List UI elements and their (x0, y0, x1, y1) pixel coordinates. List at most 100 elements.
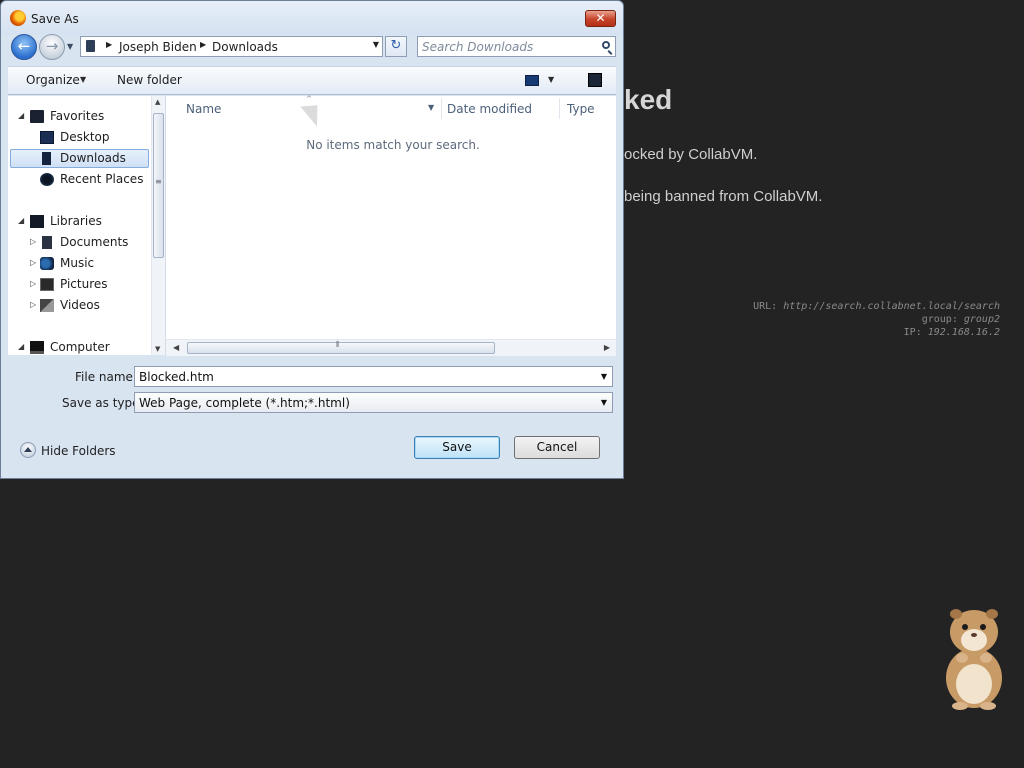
sidebar-item-label: Music (60, 256, 95, 270)
sidebar-item-label: Downloads (60, 151, 126, 165)
recent-places-icon (40, 173, 54, 186)
sidebar-item-videos[interactable]: Videos (40, 295, 148, 315)
refresh-button[interactable]: ↻ (385, 36, 407, 57)
sidebar-item-music[interactable]: Music (40, 253, 148, 273)
meta-url-row: URL: http://search.collabnet.local/searc… (753, 301, 1000, 312)
computer-icon (30, 341, 44, 354)
sidebar-item-label: Documents (60, 235, 129, 249)
music-icon (40, 257, 54, 270)
pictures-icon (40, 278, 54, 291)
firefox-icon (10, 10, 26, 26)
sidebar-item-recent-places[interactable]: Recent Places (40, 169, 148, 189)
column-header-name[interactable]: Name (186, 102, 221, 116)
sidebar-item-label: Favorites (50, 109, 105, 123)
sidebar-item-label: Videos (60, 298, 100, 312)
blocked-page-meta: URL: http://search.collabnet.local/searc… (753, 300, 1000, 339)
folder-location-icon (86, 40, 95, 52)
search-input[interactable] (422, 39, 592, 54)
column-divider[interactable] (559, 98, 560, 119)
save-as-type-select[interactable]: Web Page, complete (*.htm;*.html) ▼ (134, 392, 613, 413)
expander-icon[interactable]: ◢ (18, 106, 24, 126)
libraries-icon (30, 215, 44, 228)
downloads-icon (42, 152, 51, 165)
expander-icon[interactable]: ▷ (30, 232, 36, 252)
back-button[interactable]: ← (11, 34, 37, 60)
save-as-type-dropdown-icon[interactable]: ▼ (601, 398, 607, 407)
blocked-page-message: ocked by CollabVM. (624, 146, 758, 163)
expander-icon[interactable]: ▷ (30, 274, 36, 294)
new-folder-button[interactable]: New folder (117, 73, 182, 87)
sidebar-item-documents[interactable]: Documents (40, 232, 148, 252)
file-list[interactable]: Name ^ ▼ Date modified Type No items mat… (166, 95, 616, 356)
sidebar-item-pictures[interactable]: Pictures (40, 274, 148, 294)
expander-icon[interactable]: ▷ (30, 295, 36, 315)
preview-pane-icon[interactable] (588, 73, 602, 87)
command-toolbar: Organize ▼ New folder ▼ (8, 66, 616, 95)
hide-folders-button[interactable]: Hide Folders (41, 444, 116, 458)
dialog-title: Save As (31, 12, 79, 26)
desktop-icon (40, 131, 54, 144)
hide-folders-chevron-icon[interactable] (20, 442, 36, 458)
file-name-input[interactable] (139, 369, 579, 384)
sidebar-item-libraries[interactable]: Libraries (30, 211, 148, 231)
favorites-star-icon (30, 110, 44, 123)
scroll-down-icon[interactable]: ▼ (155, 345, 160, 353)
sidebar-item-label: Libraries (50, 214, 102, 228)
scroll-right-icon[interactable]: ▶ (604, 343, 610, 352)
title-bar[interactable]: Save As ✕ (1, 1, 623, 35)
cancel-button[interactable]: Cancel (514, 436, 600, 459)
empty-folder-message: No items match your search. (306, 138, 480, 152)
sidebar-item-computer[interactable]: Computer (30, 337, 148, 355)
save-as-dialog: Save As ✕ ← → ▼ ▶ Joseph Biden ▶ Downloa… (0, 0, 624, 479)
column-divider[interactable] (441, 98, 442, 119)
expander-icon[interactable]: ◢ (18, 337, 24, 355)
column-header-row: Name ^ ▼ Date modified Type (166, 95, 616, 121)
scroll-up-icon[interactable]: ▲ (155, 98, 160, 106)
blocked-page-heading: ked (624, 84, 673, 115)
videos-icon (40, 299, 54, 312)
save-as-type-label: Save as type: (62, 396, 144, 410)
sidebar-item-label: Recent Places (60, 172, 144, 186)
navigation-pane-scrollbar[interactable]: ▲ ≡ ▼ (151, 96, 165, 355)
expander-icon[interactable]: ◢ (18, 211, 24, 231)
scrollbar-thumb[interactable] (187, 342, 495, 354)
sidebar-item-desktop[interactable]: Desktop (40, 127, 148, 147)
search-icon[interactable] (602, 41, 610, 49)
expander-icon[interactable]: ▷ (30, 253, 36, 273)
recent-locations-dropdown[interactable]: ▼ (67, 41, 77, 53)
file-name-combobox[interactable]: ▼ (134, 366, 613, 387)
scroll-left-icon[interactable]: ◀ (173, 343, 179, 352)
breadcrumb-joseph-biden[interactable]: Joseph Biden (119, 40, 197, 54)
sidebar-item-downloads[interactable]: Downloads (40, 148, 148, 168)
column-header-date-modified[interactable]: Date modified (447, 102, 532, 116)
sidebar-item-label: Computer (50, 340, 110, 354)
forward-button[interactable]: → (39, 34, 65, 60)
address-bar[interactable]: ▶ Joseph Biden ▶ Downloads ▼ (80, 36, 383, 57)
breadcrumb-separator-icon[interactable]: ▶ (200, 40, 206, 49)
search-box[interactable] (417, 36, 616, 57)
view-options-dropdown-icon[interactable]: ▼ (548, 75, 554, 84)
organize-button[interactable]: Organize (26, 73, 80, 87)
column-filter-dropdown-icon[interactable]: ▼ (428, 103, 434, 112)
meta-group-row: group: group2 (921, 314, 1000, 325)
organize-dropdown-icon[interactable]: ▼ (80, 75, 86, 84)
file-name-dropdown-icon[interactable]: ▼ (601, 372, 607, 381)
save-button[interactable]: Save (414, 436, 500, 459)
column-header-type[interactable]: Type (567, 102, 595, 116)
hamster-mascot-image (946, 609, 1002, 710)
sidebar-item-label: Desktop (60, 130, 110, 144)
file-list-horizontal-scrollbar[interactable]: ◀ ⦀ ▶ (166, 339, 616, 356)
close-button[interactable]: ✕ (585, 10, 616, 27)
change-view-icon[interactable] (525, 75, 539, 86)
scrollbar-grip-icon: ≡ (155, 177, 162, 186)
breadcrumb-downloads[interactable]: Downloads (212, 40, 278, 54)
address-dropdown-icon[interactable]: ▼ (373, 40, 379, 49)
save-as-type-value: Web Page, complete (*.htm;*.html) (139, 396, 350, 410)
breadcrumb-separator-icon[interactable]: ▶ (106, 40, 112, 49)
scrollbar-grip-icon: ⦀ (336, 340, 340, 349)
blocked-page-ban-warning: being banned from CollabVM. (624, 188, 823, 205)
sidebar-item-favorites[interactable]: Favorites (30, 106, 148, 126)
navigation-pane: ◢ Favorites Desktop Downloads Recent Pla… (8, 96, 166, 355)
file-name-label: File name: (75, 370, 137, 384)
documents-icon (42, 236, 52, 249)
